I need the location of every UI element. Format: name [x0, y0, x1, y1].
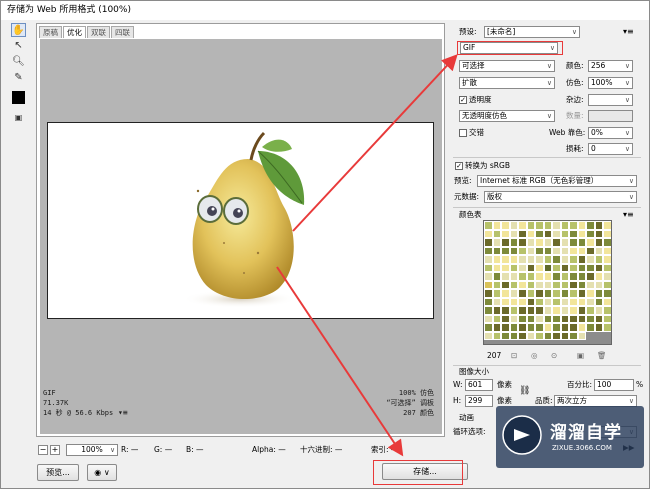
- save-for-web-dialog: 存储为 Web 所用格式 (100%) ✋ ↖ 🔍︎ ✎ ▣ 原稿 优化 双联 …: [0, 0, 650, 489]
- watermark-url: ZIXUE.3066.COM: [552, 444, 612, 452]
- watermark-brand: 溜溜自学: [550, 423, 622, 443]
- logo-icon: [502, 415, 542, 455]
- watermark: 溜溜自学 ZIXUE.3066.COM: [496, 406, 644, 468]
